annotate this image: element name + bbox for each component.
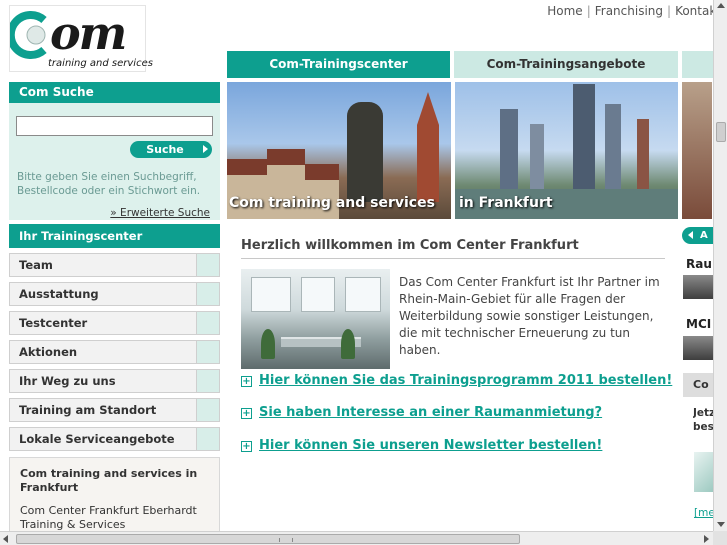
room-window bbox=[345, 277, 381, 312]
hero-caption-left: Com training and services bbox=[229, 195, 435, 211]
intro-text: Das Com Center Frankfurt ist Ihr Partner… bbox=[399, 275, 660, 357]
sidebar-item-stub bbox=[196, 370, 219, 392]
sidebar-item-label: Ausstattung bbox=[19, 287, 99, 301]
horizontal-scroll-thumb[interactable] bbox=[16, 534, 520, 544]
right-column-image bbox=[683, 336, 714, 360]
right-column-image bbox=[683, 275, 714, 299]
right-column-thumbnail bbox=[694, 452, 714, 492]
hero-skyscraper bbox=[573, 84, 595, 189]
search-panel: Com Suche Suche Bitte geben Sie einen Su… bbox=[9, 82, 220, 220]
room-plant bbox=[341, 329, 355, 359]
sidebar-item-label: Training am Standort bbox=[19, 403, 157, 417]
sidebar-item-team[interactable]: Team bbox=[9, 253, 220, 277]
scroll-down-icon[interactable] bbox=[717, 522, 725, 527]
horizontal-scrollbar[interactable] bbox=[0, 531, 713, 545]
hero-skyscraper bbox=[637, 119, 649, 189]
sidebar-item-label: Testcenter bbox=[19, 316, 88, 330]
sidebar-item-stub bbox=[196, 399, 219, 421]
sidebar-item-aktionen[interactable]: Aktionen bbox=[9, 340, 220, 364]
page-title: Herzlich willkommen im Com Center Frankf… bbox=[241, 238, 579, 253]
scroll-up-icon[interactable] bbox=[717, 3, 725, 8]
search-title: Com Suche bbox=[9, 82, 220, 103]
title-divider bbox=[241, 258, 665, 259]
hero-image-roemerberg: Com training and services bbox=[227, 82, 451, 219]
hero-caption-right: in Frankfurt bbox=[459, 195, 553, 211]
right-column-button-label: A bbox=[700, 230, 708, 241]
nav-separator: | bbox=[667, 4, 672, 18]
cta-raumanmietung-link[interactable]: + Sie haben Interesse an einer Raumanmiet… bbox=[241, 405, 602, 420]
hero-image-skyline: in Frankfurt bbox=[455, 82, 678, 219]
room-window bbox=[251, 277, 291, 312]
nav-franchising-link[interactable]: Franchising bbox=[595, 4, 663, 18]
sidebar-item-stub bbox=[196, 254, 219, 276]
room-window bbox=[301, 277, 335, 312]
scroll-right-icon[interactable] bbox=[704, 535, 709, 543]
vertical-scroll-thumb[interactable] bbox=[716, 122, 726, 142]
right-column-text: Jetz bbox=[693, 407, 714, 419]
sidebar-item-stub bbox=[196, 283, 219, 305]
search-button-label: Suche bbox=[146, 143, 184, 156]
sidebar-item-label: Lokale Serviceangebote bbox=[19, 432, 175, 446]
right-column-text-raum: Rau bbox=[686, 257, 712, 271]
cta-newsletter-link[interactable]: + Hier können Sie unseren Newsletter best… bbox=[241, 438, 602, 453]
site-logo[interactable]: om training and services bbox=[9, 5, 153, 72]
tab-trainingsangebote[interactable]: Com-Trainingsangebote bbox=[454, 51, 678, 78]
search-input[interactable] bbox=[16, 116, 213, 136]
hero-statue bbox=[347, 102, 383, 202]
sidebar-item-ausstattung[interactable]: Ausstattung bbox=[9, 282, 220, 306]
hero-skyscraper bbox=[500, 109, 518, 189]
nav-home-link[interactable]: Home bbox=[547, 4, 582, 18]
nav-separator: | bbox=[586, 4, 591, 18]
right-column-box-header: Co bbox=[683, 373, 714, 397]
search-button[interactable]: Suche bbox=[130, 141, 212, 158]
globe-c-icon bbox=[10, 11, 47, 59]
sidebar-item-label: Ihr Weg zu uns bbox=[19, 374, 116, 388]
hero-tower bbox=[417, 92, 439, 202]
right-column-more-link[interactable]: [me bbox=[694, 507, 714, 519]
sidebar-item-trainingscenter[interactable]: Ihr Trainingscenter bbox=[9, 224, 220, 248]
training-room-image bbox=[241, 269, 390, 369]
cta-trainingsprogramm-link[interactable]: + Hier können Sie das Trainingsprogramm 2… bbox=[241, 373, 672, 388]
cta-label: Hier können Sie unseren Newsletter beste… bbox=[259, 438, 603, 453]
arrow-left-icon bbox=[688, 231, 693, 239]
sidebar-item-lokale-serviceangebote[interactable]: Lokale Serviceangebote bbox=[9, 427, 220, 451]
sidebar-item-training-am-standort[interactable]: Training am Standort bbox=[9, 398, 220, 422]
vertical-scrollbar[interactable] bbox=[713, 0, 727, 531]
sidebar-item-stub bbox=[196, 341, 219, 363]
hero-skyscraper bbox=[605, 104, 621, 189]
scrollbar-corner bbox=[713, 531, 727, 545]
right-column-text-mci: MCI bbox=[686, 317, 712, 331]
location-title: Com training and services in Frankfurt bbox=[20, 467, 198, 494]
logo-wordmark: om bbox=[50, 6, 127, 60]
sidebar-item-testcenter[interactable]: Testcenter bbox=[9, 311, 220, 335]
cta-label: Hier können Sie das Trainingsprogramm 20… bbox=[259, 373, 673, 388]
sidebar-item-weg-zu-uns[interactable]: Ihr Weg zu uns bbox=[9, 369, 220, 393]
sidebar-item-label: Team bbox=[19, 258, 53, 272]
right-column-text: bes bbox=[693, 421, 714, 433]
plus-icon: + bbox=[241, 441, 252, 452]
sidebar-item-label: Aktionen bbox=[19, 345, 78, 359]
tab-trainingscenter[interactable]: Com-Trainingscenter bbox=[227, 51, 450, 78]
top-navigation: Home | Franchising | Kontakt bbox=[547, 4, 721, 18]
advanced-search-link[interactable]: » Erweiterte Suche bbox=[110, 207, 210, 219]
hero-image-third bbox=[682, 82, 712, 219]
logo-tagline: training and services bbox=[48, 58, 153, 69]
sidebar-item-stub bbox=[196, 312, 219, 334]
plus-icon: + bbox=[241, 408, 252, 419]
location-text: Com Center Frankfurt Eberhardt Training … bbox=[20, 504, 197, 531]
plus-icon: + bbox=[241, 376, 252, 387]
scroll-left-icon[interactable] bbox=[3, 535, 8, 543]
scroll-grip-icon bbox=[279, 538, 293, 542]
cta-label: Sie haben Interesse an einer Raumanmietu… bbox=[259, 405, 603, 420]
arrow-right-icon bbox=[203, 145, 208, 153]
search-hint: Bitte geben Sie einen Suchbegriff, Beste… bbox=[17, 171, 201, 197]
hero-skyscraper bbox=[530, 124, 544, 189]
sidebar-item-stub bbox=[196, 428, 219, 450]
room-plant bbox=[261, 329, 275, 359]
